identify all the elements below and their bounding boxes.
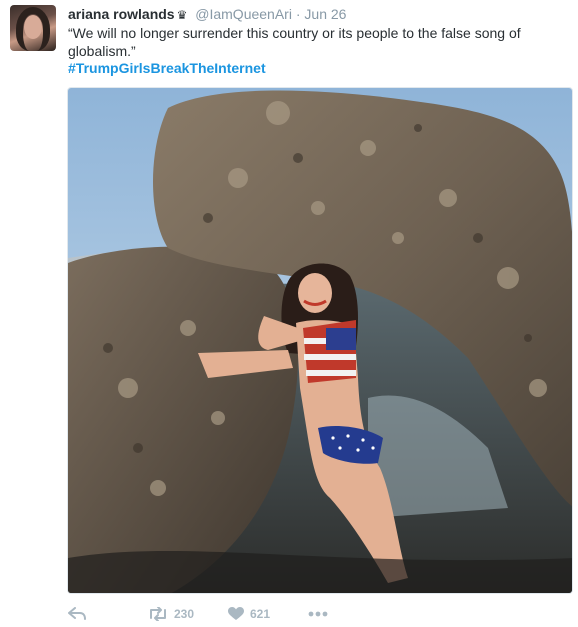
reply-button[interactable] <box>68 607 148 621</box>
retweet-icon <box>150 607 166 621</box>
photo-illustration <box>68 88 572 593</box>
hashtag-link[interactable]: #TrumpGirlsBreakTheInternet <box>68 60 266 76</box>
tweet-date[interactable]: Jun 26 <box>304 6 346 22</box>
tweet-text: “We will no longer surrender this countr… <box>68 25 521 59</box>
more-button[interactable] <box>308 611 328 617</box>
avatar-face <box>24 15 42 39</box>
like-button[interactable]: 621 <box>228 607 308 621</box>
avatar[interactable] <box>10 5 56 51</box>
more-icon <box>308 611 328 617</box>
reply-icon <box>68 607 86 620</box>
tweet-header: ariana rowlands ♛ @IamQueenAri · Jun 26 <box>68 5 568 24</box>
separator-dot: · <box>295 6 301 22</box>
tweet-photo[interactable] <box>67 87 573 594</box>
like-count: 621 <box>250 607 271 621</box>
retweet-count: 230 <box>174 607 195 621</box>
heart-icon <box>228 607 244 620</box>
crown-icon: ♛ <box>176 8 188 22</box>
tweet-actions: 230 621 <box>68 603 328 625</box>
author-name[interactable]: ariana rowlands <box>68 6 175 22</box>
retweet-button[interactable]: 230 <box>148 607 228 621</box>
author-handle[interactable]: @IamQueenAri <box>195 6 292 22</box>
